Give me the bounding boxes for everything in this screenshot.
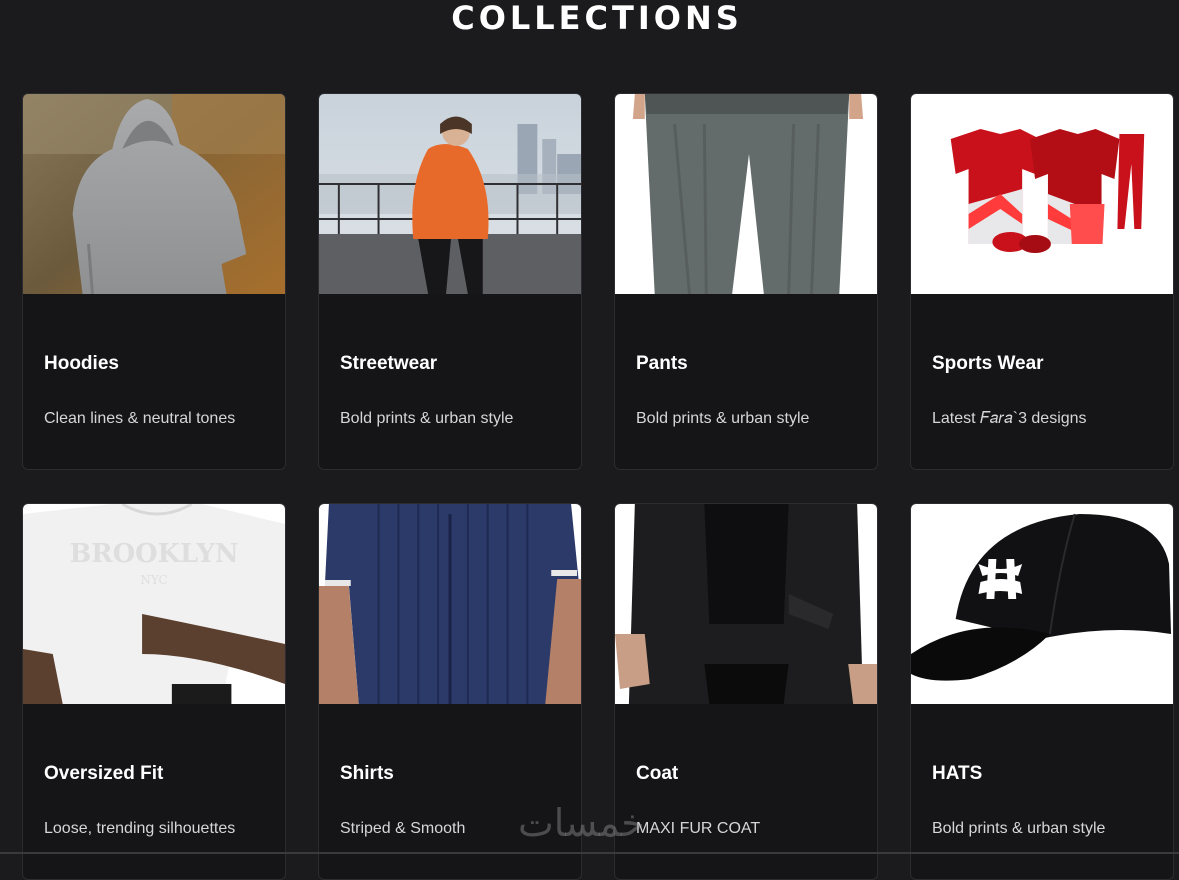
- collection-card-sports-wear[interactable]: Sports Wear Latest 𝐹𝑎𝑟𝑎`3 designs: [910, 93, 1174, 470]
- card-title: Streetwear: [340, 353, 438, 374]
- black-long-coat-photo: [615, 504, 877, 704]
- card-title: Hoodies: [44, 353, 119, 374]
- card-description: Bold prints & urban style: [932, 820, 1106, 837]
- collection-card-coat[interactable]: Coat MAXI FUR COAT: [614, 503, 878, 880]
- collection-card-streetwear[interactable]: Streetwear Bold prints & urban style: [318, 93, 582, 470]
- card-title: Pants: [636, 353, 688, 374]
- page-title: COLLECTIONS: [451, 0, 743, 37]
- card-description: Clean lines & neutral tones: [44, 410, 236, 427]
- svg-text:BROOKLYN: BROOKLYN: [69, 539, 238, 569]
- card-description: Striped & Smooth: [340, 820, 466, 837]
- card-description: MAXI FUR COAT: [636, 820, 761, 837]
- collection-card-hats[interactable]: HATS Bold prints & urban style: [910, 503, 1174, 880]
- card-description: Latest 𝐹𝑎𝑟𝑎`3 designs: [932, 410, 1087, 427]
- collection-card-shirts[interactable]: Shirts Striped & Smooth: [318, 503, 582, 880]
- orange-hoodie-rooftop-photo: [319, 94, 581, 294]
- svg-text:NYC: NYC: [140, 573, 167, 587]
- red-sports-kit-photo: [911, 94, 1173, 294]
- collection-card-hoodies[interactable]: Hoodies Clean lines & neutral tones: [22, 93, 286, 470]
- collection-card-oversized-fit[interactable]: BROOKLYN NYC Oversized Fit Loose, trendi…: [22, 503, 286, 880]
- white-brooklyn-tee-photo: BROOKLYN NYC: [23, 504, 285, 704]
- grey-hoodie-back-photo: [23, 94, 285, 294]
- card-title: Shirts: [340, 763, 394, 784]
- card-description: Bold prints & urban style: [340, 410, 514, 427]
- navy-knit-shirt-photo: [319, 504, 581, 704]
- card-title: Sports Wear: [932, 353, 1044, 374]
- card-title: HATS: [932, 763, 983, 784]
- card-title: Oversized Fit: [44, 763, 164, 784]
- card-description: Loose, trending silhouettes: [44, 820, 236, 837]
- grey-wide-pants-photo: [615, 94, 877, 294]
- collections-grid: Hoodies Clean lines & neutral tones Stre…: [22, 93, 1174, 880]
- black-cap-photo: [911, 504, 1173, 704]
- collection-card-pants[interactable]: Pants Bold prints & urban style: [614, 93, 878, 470]
- card-title: Coat: [636, 763, 679, 784]
- card-description: Bold prints & urban style: [636, 410, 810, 427]
